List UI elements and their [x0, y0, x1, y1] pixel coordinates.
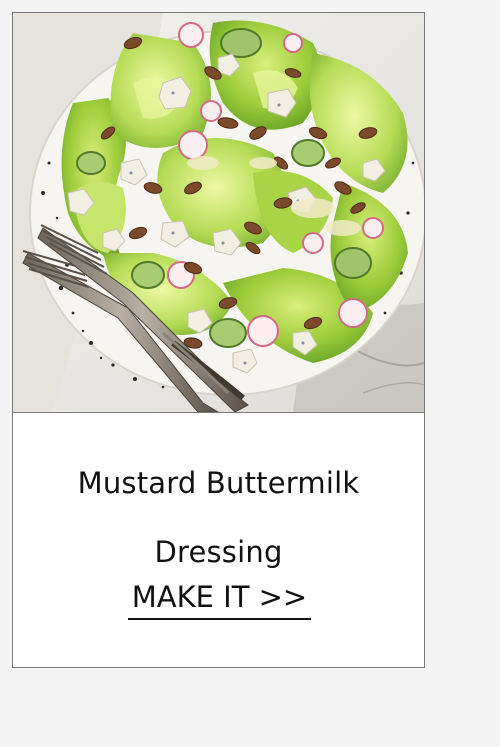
card-divider: [13, 412, 424, 413]
recipe-title: Mustard Buttermilk Dressing: [77, 466, 360, 569]
make-it-link[interactable]: MAKE IT >>: [128, 578, 311, 620]
salad-photo[interactable]: [13, 13, 424, 412]
recipe-card[interactable]: Mustard Buttermilk Dressing MAKE IT >>: [12, 12, 425, 668]
